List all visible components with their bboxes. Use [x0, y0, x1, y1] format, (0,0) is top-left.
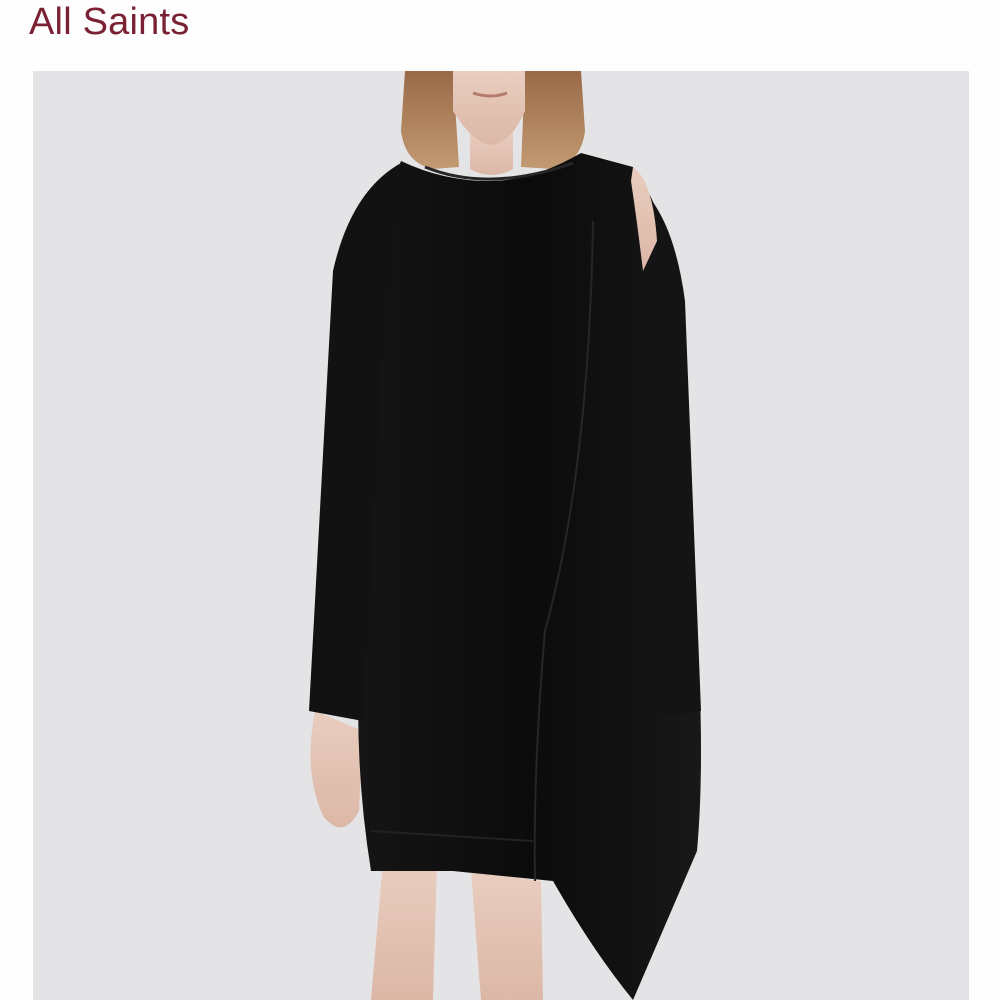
- model-hair-left: [401, 71, 459, 169]
- brand-title[interactable]: All Saints: [29, 0, 189, 44]
- product-photo-illustration: [33, 71, 969, 1000]
- product-photo[interactable]: [33, 71, 969, 1000]
- listing-page: All Saints: [0, 0, 1000, 1000]
- model-hair-right: [521, 71, 585, 169]
